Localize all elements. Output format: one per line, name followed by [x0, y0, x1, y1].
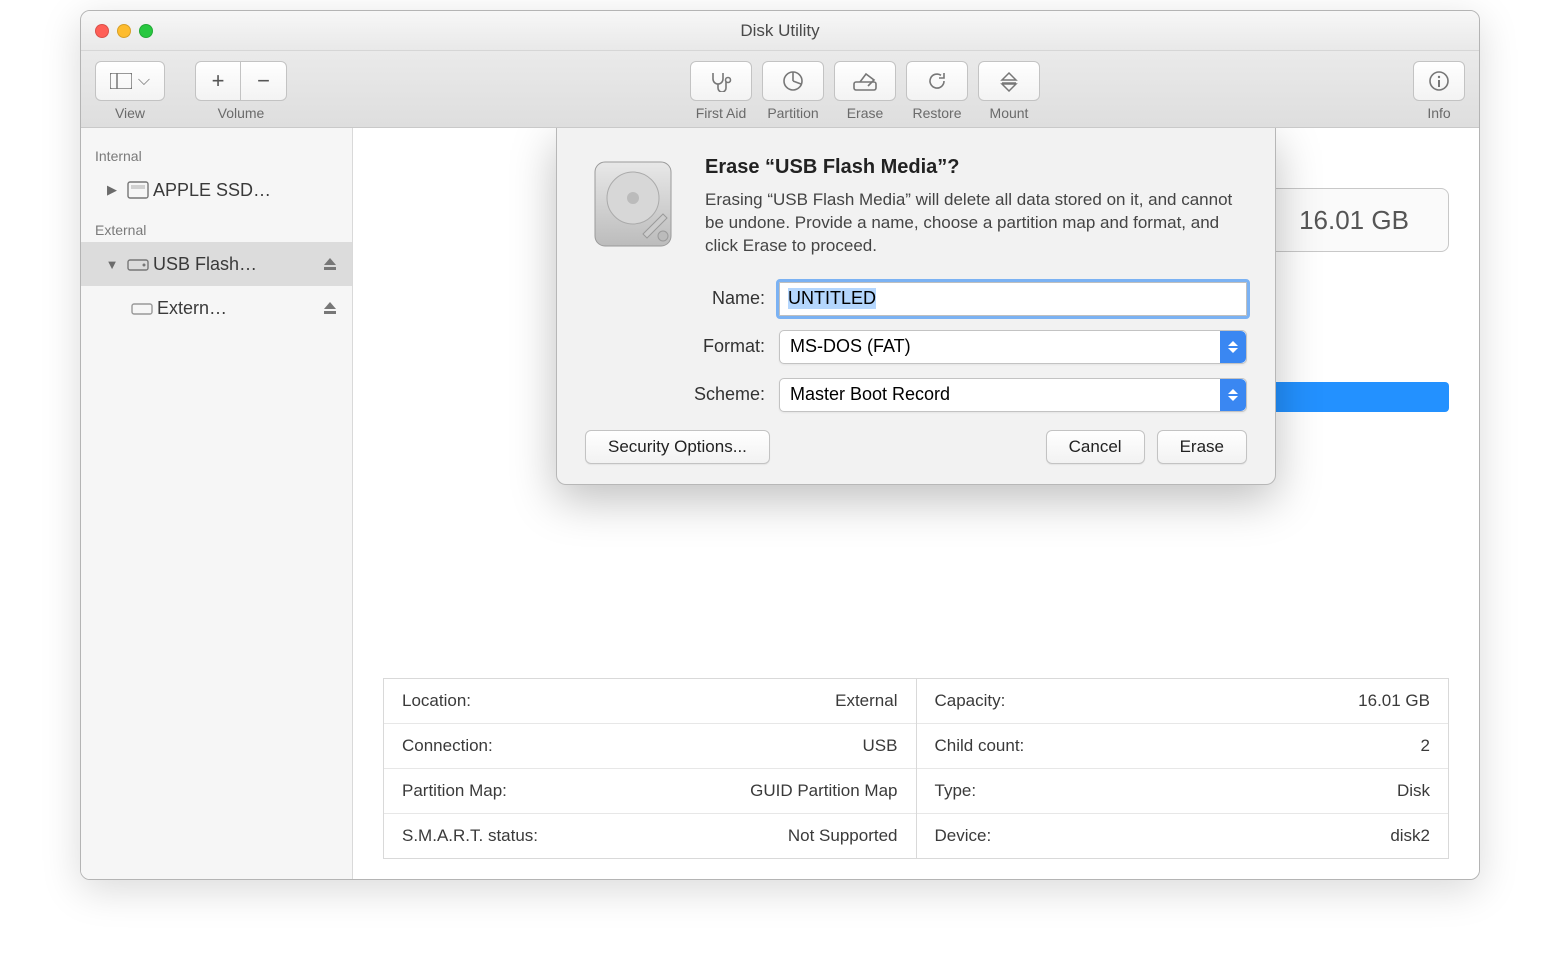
restore-icon [925, 69, 949, 93]
format-select[interactable]: MS-DOS (FAT) [779, 330, 1247, 364]
toolbar: ⌵ View + − Volume First Aid [81, 51, 1479, 128]
partition-button[interactable] [762, 61, 824, 101]
cancel-button[interactable]: Cancel [1046, 430, 1145, 464]
volume-remove-button[interactable]: − [241, 61, 287, 101]
disclosure-down-icon[interactable]: ▼ [101, 257, 123, 272]
erase-label: Erase [847, 105, 884, 121]
dialog-form: Name: Format: MS-DOS (FAT) Scheme: Ma [645, 282, 1247, 412]
erase-sheet: Erase “USB Flash Media”? Erasing “USB Fl… [556, 128, 1276, 485]
body: Internal ▶ APPLE SSD… External ▼ USB Fla… [81, 128, 1479, 879]
window-title: Disk Utility [81, 21, 1479, 41]
name-input[interactable] [779, 282, 1247, 316]
scheme-value: Master Boot Record [790, 384, 950, 405]
internal-disk-icon [123, 181, 153, 199]
eject-icon[interactable] [322, 300, 352, 316]
name-label: Name: [645, 288, 765, 309]
detail-row: S.M.A.R.T. status:Not Supported [384, 814, 916, 858]
dialog-title: Erase “USB Flash Media”? [705, 156, 1247, 179]
detail-row: Capacity:16.01 GB [917, 679, 1449, 724]
updown-icon [1220, 331, 1246, 363]
pie-icon [781, 69, 805, 93]
info-label: Info [1427, 105, 1450, 121]
chevron-down-icon: ⌵ [138, 72, 150, 90]
volume-icon [127, 300, 157, 316]
view-label: View [115, 105, 145, 121]
volume-label: Volume [218, 105, 265, 121]
sidebar-icon [110, 73, 132, 89]
scheme-label: Scheme: [645, 384, 765, 405]
sidebar-header-internal: Internal [81, 138, 352, 168]
volume-add-button[interactable]: + [195, 61, 241, 101]
restore-button[interactable] [906, 61, 968, 101]
erase-confirm-button[interactable]: Erase [1157, 430, 1247, 464]
mount-button[interactable] [978, 61, 1040, 101]
detail-pane: 16.01 GB Location:External Connection:US… [353, 128, 1479, 879]
details-table: Location:External Connection:USB Partiti… [383, 678, 1449, 859]
stethoscope-icon [708, 70, 734, 92]
mount-icon [998, 70, 1020, 92]
detail-row: Type:Disk [917, 769, 1449, 814]
detail-row: Location:External [384, 679, 916, 724]
external-disk-icon [123, 256, 153, 272]
sidebar-item-label: USB Flash… [153, 254, 322, 275]
detail-row: Partition Map:GUID Partition Map [384, 769, 916, 814]
sidebar-item-usb-flash[interactable]: ▼ USB Flash… [81, 242, 352, 286]
minus-icon: − [257, 68, 270, 94]
scheme-select[interactable]: Master Boot Record [779, 378, 1247, 412]
first-aid-label: First Aid [696, 105, 747, 121]
mount-label: Mount [990, 105, 1029, 121]
sidebar-item-external-volume[interactable]: Extern… [81, 286, 352, 330]
security-options-button[interactable]: Security Options... [585, 430, 770, 464]
restore-label: Restore [912, 105, 961, 121]
sidebar-header-external: External [81, 212, 352, 242]
plus-icon: + [212, 68, 225, 94]
updown-icon [1220, 379, 1246, 411]
details-right-column: Capacity:16.01 GB Child count:2 Type:Dis… [917, 679, 1449, 858]
disk-utility-window: Disk Utility ⌵ View + − Volume [80, 10, 1480, 880]
titlebar: Disk Utility [81, 11, 1479, 51]
sidebar: Internal ▶ APPLE SSD… External ▼ USB Fla… [81, 128, 353, 879]
sidebar-item-internal-ssd[interactable]: ▶ APPLE SSD… [81, 168, 352, 212]
info-button[interactable] [1413, 61, 1465, 101]
erase-button[interactable] [834, 61, 896, 101]
dialog-body: Erasing “USB Flash Media” will delete al… [705, 189, 1247, 258]
details-left-column: Location:External Connection:USB Partiti… [384, 679, 917, 858]
view-button[interactable]: ⌵ [95, 61, 165, 101]
sidebar-item-label: APPLE SSD… [153, 180, 352, 201]
first-aid-button[interactable] [690, 61, 752, 101]
format-label: Format: [645, 336, 765, 357]
detail-row: Device:disk2 [917, 814, 1449, 858]
capacity-text: 16.01 GB [1299, 205, 1409, 236]
disclosure-right-icon[interactable]: ▶ [101, 182, 123, 198]
hard-drive-icon [585, 156, 681, 252]
eject-icon[interactable] [322, 256, 352, 272]
info-icon [1427, 69, 1451, 93]
sidebar-item-label: Extern… [157, 298, 322, 319]
detail-row: Child count:2 [917, 724, 1449, 769]
partition-label: Partition [767, 105, 818, 121]
erase-icon [852, 70, 878, 92]
capacity-badge: 16.01 GB [1259, 188, 1449, 252]
format-value: MS-DOS (FAT) [790, 336, 911, 357]
detail-row: Connection:USB [384, 724, 916, 769]
